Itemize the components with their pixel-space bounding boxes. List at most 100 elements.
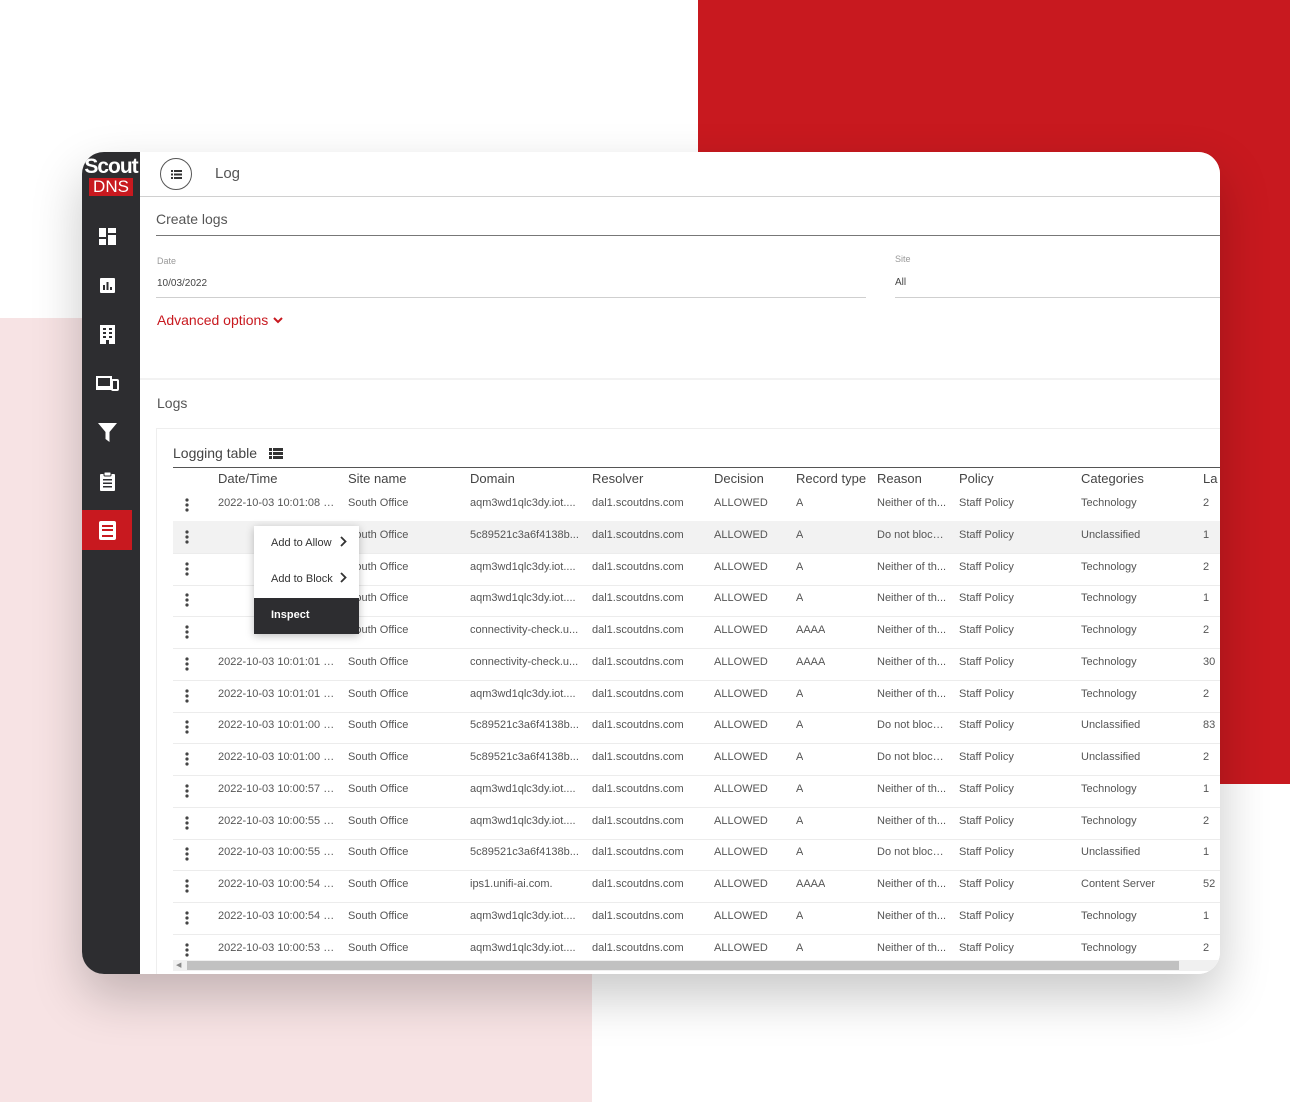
more-options-icon[interactable] bbox=[185, 847, 189, 866]
more-options-icon[interactable] bbox=[185, 625, 189, 644]
cell-resolver: dal1.scoutdns.com bbox=[592, 941, 684, 954]
more-options-icon[interactable] bbox=[185, 593, 189, 612]
cell-record-type: AAAA bbox=[796, 655, 826, 668]
cell-categories: Technology bbox=[1081, 941, 1137, 954]
cell-categories: Unclassified bbox=[1081, 846, 1141, 859]
scrollbar-thumb[interactable] bbox=[187, 961, 1179, 970]
cell-reason: Neither of th... bbox=[877, 878, 947, 890]
column-header-policy[interactable]: Policy bbox=[959, 471, 994, 486]
cell-decision: ALLOWED bbox=[714, 909, 768, 922]
site-select[interactable]: All bbox=[895, 277, 906, 288]
more-options-icon[interactable] bbox=[185, 530, 189, 549]
context-add-to-allow[interactable]: Add to Allow bbox=[254, 526, 359, 562]
column-header-latency[interactable]: La bbox=[1203, 471, 1217, 486]
list-icon[interactable] bbox=[269, 447, 284, 459]
date-field-label: Date bbox=[157, 256, 177, 266]
logs-title: Logs bbox=[157, 395, 188, 411]
cell-categories: Technology bbox=[1081, 655, 1137, 668]
chevron-right-icon bbox=[340, 572, 347, 583]
column-header-categories[interactable]: Categories bbox=[1081, 471, 1144, 486]
menu-toggle-button[interactable] bbox=[160, 158, 192, 190]
cell-latency: 30 bbox=[1203, 655, 1216, 668]
table-row[interactable]: 2022-10-03 10:00:57 C... South Office aqm3… bbox=[173, 775, 1220, 808]
sidebar-item-reports[interactable] bbox=[82, 265, 132, 305]
table-row[interactable]: 2022-10-03 10:00:55 C... South Office aqm3… bbox=[173, 807, 1220, 840]
more-options-icon[interactable] bbox=[185, 688, 189, 708]
cell-decision: ALLOWED bbox=[714, 719, 768, 732]
more-options-icon[interactable] bbox=[185, 752, 189, 771]
cell-categories: Technology bbox=[1081, 909, 1137, 922]
cell-resolver: dal1.scoutdns.com bbox=[592, 751, 684, 763]
table-row[interactable]: 2022-10-03 10:00:54 C... South Office ips1… bbox=[173, 870, 1220, 903]
sidebar-item-sites[interactable] bbox=[82, 314, 132, 354]
advanced-options-toggle[interactable]: Advanced options bbox=[157, 312, 284, 328]
table-row[interactable]: 2022-10-03 10:00:55 C... South Office 5c89… bbox=[173, 838, 1220, 872]
column-header-datetime[interactable]: Date/Time bbox=[218, 471, 277, 486]
table-row[interactable]: 2022-10-03 10:01:00 C... South Office 5c89… bbox=[173, 711, 1220, 745]
more-options-icon[interactable] bbox=[185, 879, 189, 898]
cell-record-type: AAAA bbox=[796, 878, 826, 890]
table-row[interactable]: 2022-10-03 10:01:01 C... South Office conn… bbox=[173, 648, 1220, 681]
cell-latency: 1 bbox=[1203, 846, 1210, 859]
more-options-icon[interactable] bbox=[185, 561, 189, 581]
main-content: Log Create logs Date 10/03/2022 Site All… bbox=[140, 152, 1220, 974]
cell-record-type: A bbox=[796, 497, 804, 509]
site-field-underline bbox=[895, 297, 1220, 298]
cell-record-type: A bbox=[796, 846, 804, 859]
sidebar-item-filters[interactable] bbox=[82, 412, 132, 452]
top-bar: Log bbox=[140, 152, 1220, 197]
cell-categories: Technology bbox=[1081, 592, 1137, 605]
date-field[interactable]: 10/03/2022 bbox=[157, 278, 207, 289]
table-row[interactable]: 2022-10-03 10:01:00 C... South Office 5c89… bbox=[173, 743, 1220, 776]
create-logs-title: Create logs bbox=[156, 211, 228, 227]
sidebar: Scout DNS bbox=[82, 152, 140, 974]
column-header-site-name[interactable]: Site name bbox=[348, 471, 407, 486]
column-header-resolver[interactable]: Resolver bbox=[592, 471, 643, 486]
more-options-icon[interactable] bbox=[185, 815, 189, 835]
more-options-icon[interactable] bbox=[185, 911, 189, 930]
table-row[interactable]: 2022-10-03 10:01:08 C... South Office aqm3… bbox=[173, 489, 1220, 522]
context-inspect[interactable]: Inspect bbox=[254, 598, 359, 634]
more-options-icon[interactable] bbox=[185, 720, 189, 739]
cell-resolver: dal1.scoutdns.com bbox=[592, 497, 684, 509]
sidebar-item-devices[interactable] bbox=[82, 363, 132, 403]
more-options-icon[interactable] bbox=[185, 498, 189, 517]
more-options-icon[interactable] bbox=[185, 942, 189, 962]
row-context-menu: Add to Allow Add to Block Inspect bbox=[254, 526, 359, 634]
cell-record-type: A bbox=[796, 687, 804, 700]
cell-latency: 1 bbox=[1203, 909, 1210, 922]
sidebar-item-dashboard[interactable] bbox=[82, 216, 132, 256]
cell-latency: 2 bbox=[1203, 687, 1210, 700]
cell-site-name: South Office bbox=[348, 497, 409, 509]
cell-decision: ALLOWED bbox=[714, 687, 768, 700]
cell-reason: Neither of th... bbox=[877, 497, 947, 509]
sidebar-item-logs[interactable] bbox=[82, 510, 132, 550]
more-options-icon[interactable] bbox=[185, 657, 189, 676]
cell-policy: Staff Policy bbox=[959, 655, 1014, 668]
building-icon bbox=[99, 324, 115, 344]
cell-datetime: 2022-10-03 10:00:54 C... bbox=[218, 909, 340, 922]
cell-record-type: A bbox=[796, 909, 804, 922]
column-header-record-type[interactable]: Record type bbox=[796, 471, 866, 486]
table-row[interactable]: 2022-10-03 10:00:54 C... South Office aqm3… bbox=[173, 902, 1220, 935]
sidebar-item-policies[interactable] bbox=[82, 461, 132, 501]
column-header-domain[interactable]: Domain bbox=[470, 471, 515, 486]
scroll-left-icon[interactable]: ◀ bbox=[176, 961, 181, 969]
logging-table-header: Logging table bbox=[173, 445, 284, 461]
cell-resolver: dal1.scoutdns.com bbox=[592, 560, 684, 573]
cell-record-type: A bbox=[796, 751, 804, 763]
horizontal-scrollbar[interactable]: ◀ bbox=[173, 960, 1220, 971]
context-add-to-block[interactable]: Add to Block bbox=[254, 562, 359, 598]
cell-policy: Staff Policy bbox=[959, 528, 1014, 541]
column-header-reason[interactable]: Reason bbox=[877, 471, 922, 486]
cell-latency: 2 bbox=[1203, 560, 1210, 573]
bar-chart-icon bbox=[99, 277, 115, 293]
cell-record-type: A bbox=[796, 814, 804, 827]
cell-decision: ALLOWED bbox=[714, 814, 768, 827]
more-options-icon[interactable] bbox=[185, 784, 189, 803]
cell-policy: Staff Policy bbox=[959, 814, 1014, 827]
cell-record-type: A bbox=[796, 719, 804, 732]
table-row[interactable]: 2022-10-03 10:01:01 C... South Office aqm3… bbox=[173, 680, 1220, 713]
cell-reason: Neither of th... bbox=[877, 624, 947, 636]
column-header-decision[interactable]: Decision bbox=[714, 471, 764, 486]
